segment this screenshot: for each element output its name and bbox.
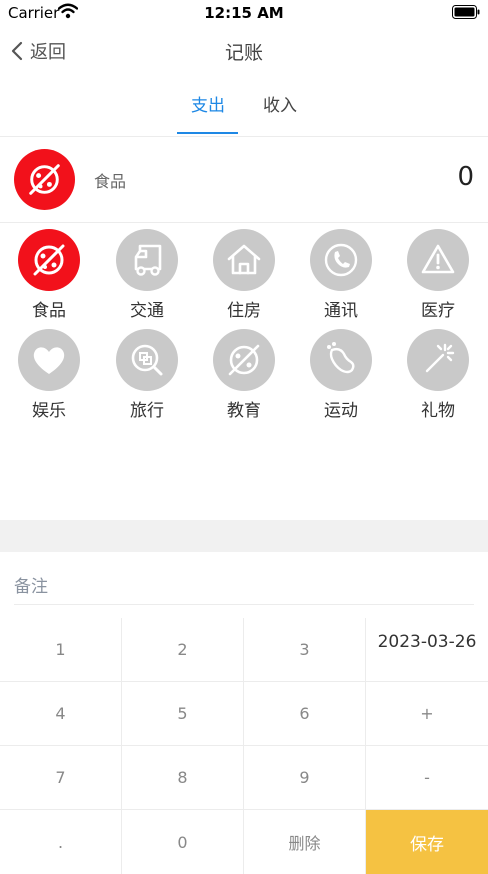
key-plus[interactable]: +: [366, 682, 488, 746]
category-transport[interactable]: 交通: [107, 229, 187, 321]
category-gift[interactable]: 礼物: [398, 329, 478, 421]
key-5[interactable]: 5: [122, 682, 244, 746]
key-6[interactable]: 6: [244, 682, 366, 746]
category-label: 礼物: [421, 401, 455, 421]
category-education[interactable]: 教育: [204, 329, 284, 421]
category-label: 通讯: [324, 301, 358, 321]
category-label: 食品: [32, 301, 66, 321]
truck-icon: [116, 229, 178, 291]
category-sports[interactable]: 运动: [301, 329, 381, 421]
travel-search-icon: [116, 329, 178, 391]
category-food[interactable]: 食品: [9, 229, 89, 321]
footprint-icon: [310, 329, 372, 391]
status-bar: Carrier 12:15 AM: [0, 0, 488, 26]
key-2[interactable]: 2: [122, 618, 244, 682]
divider: [0, 136, 488, 137]
type-tabs: 支出 收入: [0, 88, 488, 136]
house-icon: [213, 229, 275, 291]
category-label: 娱乐: [32, 401, 66, 421]
category-housing[interactable]: 住房: [204, 229, 284, 321]
warning-icon: [407, 229, 469, 291]
category-label: 教育: [227, 401, 261, 421]
category-label: 旅行: [130, 401, 164, 421]
save-button[interactable]: 保存: [366, 810, 488, 874]
note-underline: [14, 604, 474, 605]
delete-button[interactable]: 删除: [244, 810, 366, 874]
heart-icon: [18, 329, 80, 391]
category-medical[interactable]: 医疗: [398, 229, 478, 321]
amount-display: 0: [457, 162, 474, 192]
section-separator: [0, 520, 488, 552]
food-icon: [18, 229, 80, 291]
battery-icon: [452, 5, 480, 19]
education-icon: [213, 329, 275, 391]
key-9[interactable]: 9: [244, 746, 366, 810]
sparkle-icon: [407, 329, 469, 391]
key-8[interactable]: 8: [122, 746, 244, 810]
category-label: 交通: [130, 301, 164, 321]
selected-category-row: 食品 0: [0, 142, 488, 220]
food-icon: [14, 149, 75, 210]
key-3[interactable]: 3: [244, 618, 366, 682]
keypad: 1 2 3 2023-03-26 4 5 6 + 7 8 9 - . 0 删除 …: [0, 618, 488, 874]
tab-expense[interactable]: 支出: [176, 88, 240, 134]
nav-bar: 返回 记账: [0, 26, 488, 76]
key-7[interactable]: 7: [0, 746, 122, 810]
phone-icon: [310, 229, 372, 291]
tab-income[interactable]: 收入: [248, 88, 312, 134]
note-input[interactable]: 备注: [14, 572, 48, 597]
category-label: 运动: [324, 401, 358, 421]
key-dot[interactable]: .: [0, 810, 122, 874]
key-0[interactable]: 0: [122, 810, 244, 874]
divider: [0, 222, 488, 223]
key-minus[interactable]: -: [366, 746, 488, 810]
key-4[interactable]: 4: [0, 682, 122, 746]
category-label: 医疗: [421, 301, 455, 321]
category-travel[interactable]: 旅行: [107, 329, 187, 421]
category-entertainment[interactable]: 娱乐: [9, 329, 89, 421]
page-title: 记账: [224, 42, 263, 64]
date-picker-button[interactable]: 2023-03-26: [366, 618, 488, 682]
selected-category-label: 食品: [94, 172, 127, 191]
category-label: 住房: [227, 301, 261, 321]
key-1[interactable]: 1: [0, 618, 122, 682]
status-time: 12:15 AM: [204, 4, 284, 22]
category-communication[interactable]: 通讯: [301, 229, 381, 321]
active-tab-indicator: [177, 132, 238, 134]
